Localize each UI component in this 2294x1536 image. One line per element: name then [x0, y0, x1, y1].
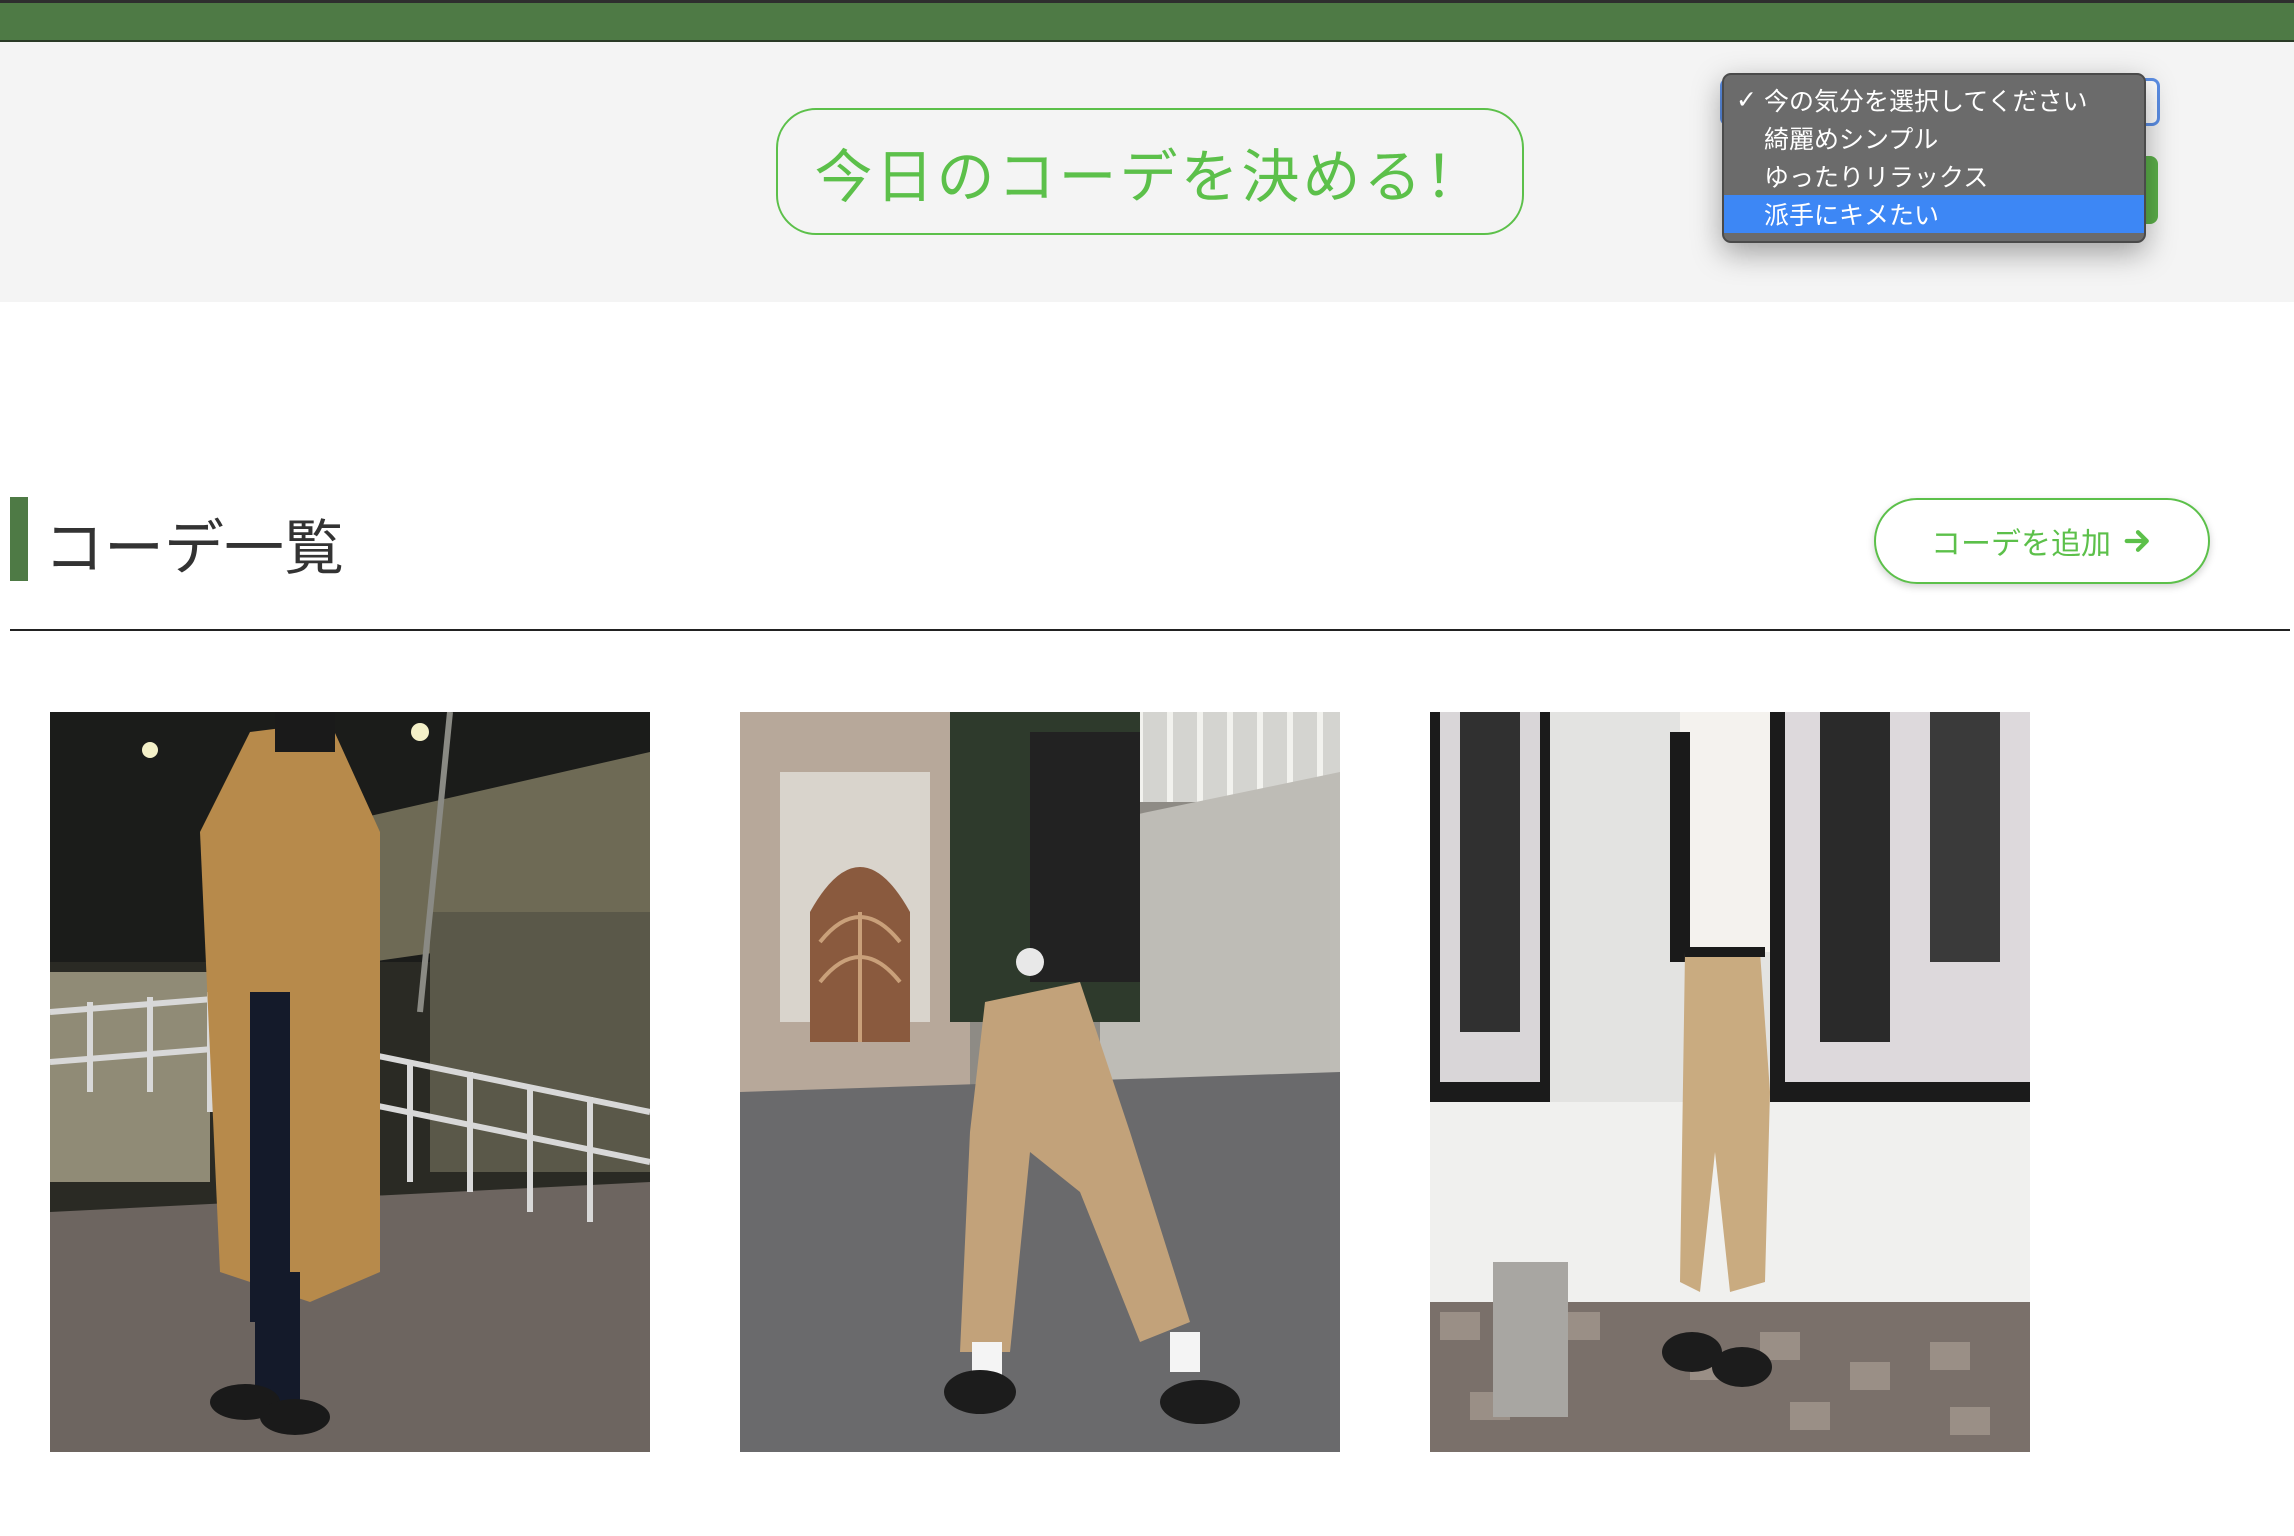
section-accent-bar: [10, 497, 28, 581]
decide-outfit-label: 今日のコーデを決める！: [814, 142, 1486, 211]
mood-dropdown-menu: ✓ 今の気分を選択してください 綺麗めシンプル ゆったりリラックス 派手にキメた…: [1722, 73, 2146, 243]
mood-option-label: 今の気分を選択してください: [1764, 87, 2088, 116]
add-coord-label: コーデを追加: [1931, 527, 2111, 562]
mood-option-label: 派手にキメたい: [1764, 201, 1940, 230]
add-coord-button[interactable]: コーデを追加: [1874, 498, 2210, 584]
check-icon: ✓: [1736, 85, 1757, 114]
top-navbar: [0, 0, 2294, 42]
mood-option-flashy[interactable]: 派手にキメたい: [1724, 195, 2144, 233]
coord-photo: [740, 712, 1340, 1452]
section-divider: [10, 629, 2290, 631]
arrow-right-icon: [2124, 530, 2149, 552]
mood-option-relax[interactable]: ゆったりリラックス: [1724, 157, 2144, 195]
coord-photo: [1430, 712, 2030, 1452]
coord-card[interactable]: [50, 712, 650, 1452]
coord-card[interactable]: [1430, 712, 2030, 1452]
section-title: コーデ一覧: [44, 514, 344, 584]
decide-outfit-button[interactable]: 今日のコーデを決める！: [776, 108, 1524, 235]
mood-option-placeholder[interactable]: ✓ 今の気分を選択してください: [1724, 81, 2144, 119]
mood-option-simple[interactable]: 綺麗めシンプル: [1724, 119, 2144, 157]
coord-photo: [50, 712, 650, 1452]
coord-card[interactable]: [740, 712, 1340, 1452]
mood-option-label: ゆったりリラックス: [1764, 163, 1989, 192]
mood-option-label: 綺麗めシンプル: [1764, 125, 1939, 154]
